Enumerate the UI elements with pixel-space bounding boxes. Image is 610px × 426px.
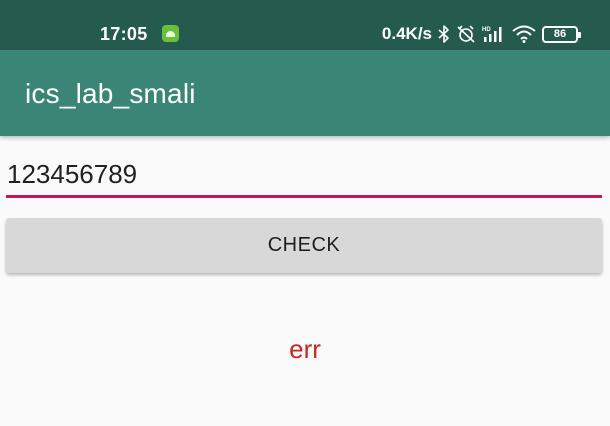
network-speed: 0.4K/s — [381, 24, 432, 43]
check-button[interactable]: CHECK — [6, 218, 602, 273]
app-title: ics_lab_smali — [25, 78, 196, 109]
status-time: 17:05 — [100, 24, 148, 44]
input-underline — [6, 195, 602, 198]
app-bar: ics_lab_smali — [0, 50, 610, 136]
battery-level: 86 — [553, 27, 567, 40]
app-notification-icon — [162, 25, 179, 42]
wifi-icon — [512, 25, 536, 43]
status-icons: 0.4K/s HD 86 — [381, 23, 581, 45]
hd-signal-icon: HD — [482, 25, 506, 43]
alarm-off-icon — [456, 25, 476, 43]
battery-icon: 86 — [542, 25, 581, 43]
result-text: err — [289, 334, 321, 364]
svg-text:HD: HD — [482, 27, 491, 33]
input-container — [6, 152, 602, 198]
bluetooth-icon — [438, 25, 450, 43]
status-bar: 17:05 0.4K/s HD 86 — [0, 0, 610, 50]
number-input[interactable] — [6, 152, 602, 196]
